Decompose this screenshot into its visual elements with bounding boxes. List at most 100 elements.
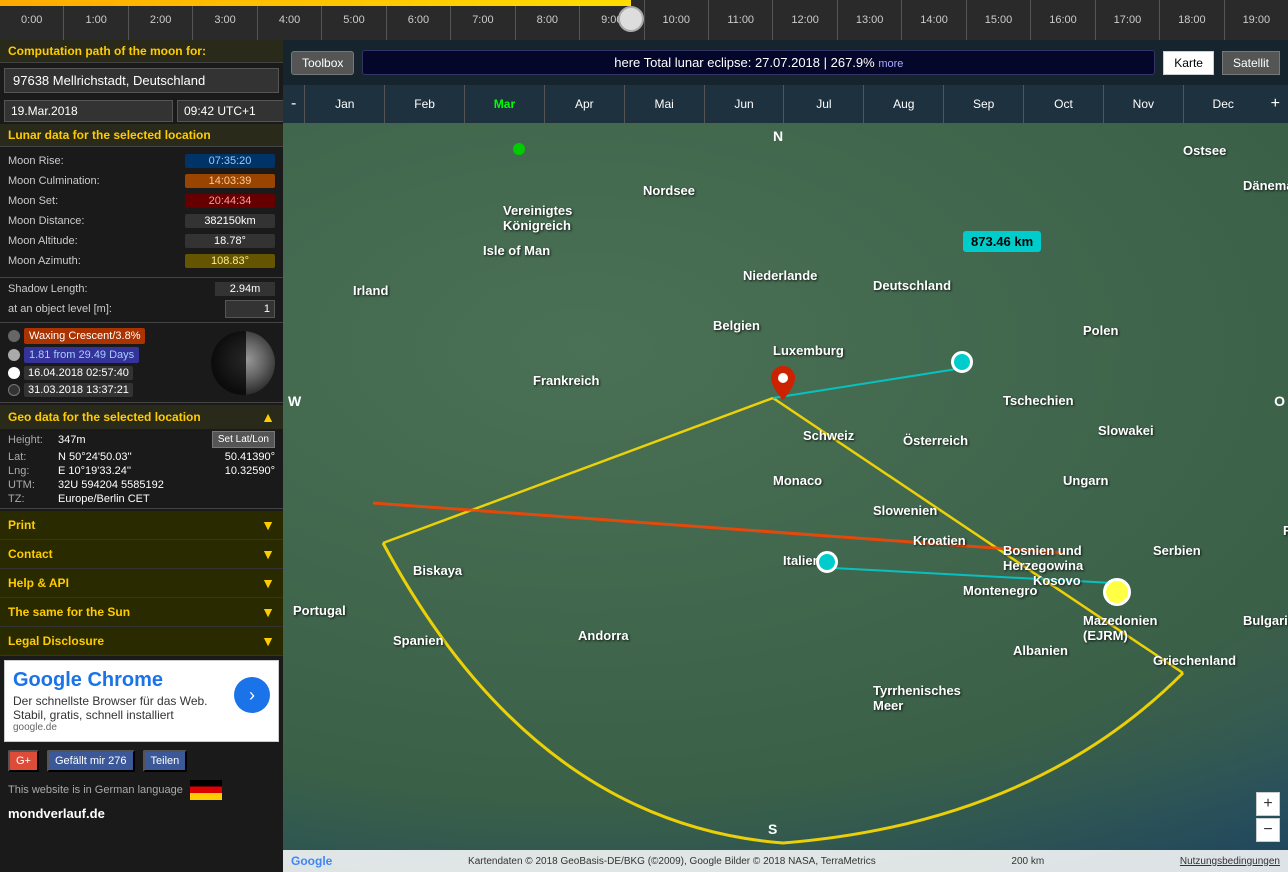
moon-phase-row: Waxing Crescent/3.8% 1.81 from 29.49 Day…: [0, 325, 283, 400]
time-label-1[interactable]: 1:00: [64, 0, 128, 40]
time-label-19[interactable]: 19:00: [1225, 0, 1288, 40]
social-row: G+ Gefällt mir 276 Teilen: [0, 746, 283, 776]
time-label-16[interactable]: 16:00: [1031, 0, 1095, 40]
timeline-cursor[interactable]: [618, 6, 644, 32]
moon-altitude-row: Moon Altitude: 18.78°: [0, 231, 283, 251]
time-label-3[interactable]: 3:00: [193, 0, 257, 40]
marker-a: [951, 351, 973, 373]
time-label-5[interactable]: 5:00: [322, 0, 386, 40]
datetime-row: >| <: [0, 98, 283, 124]
map-area: Toolbox here Total lunar eclipse: 27.07.…: [283, 40, 1288, 872]
computation-header: Computation path of the moon for:: [0, 40, 283, 63]
date-input[interactable]: [4, 100, 173, 122]
object-level-input[interactable]: [225, 300, 275, 318]
moon-shadow: [211, 331, 246, 395]
share-button[interactable]: Teilen: [143, 750, 188, 772]
month-jan[interactable]: Jan: [304, 85, 384, 123]
month-mai[interactable]: Mai: [624, 85, 704, 123]
month-feb[interactable]: Feb: [384, 85, 464, 123]
google-logo: Google: [291, 854, 332, 868]
like-button[interactable]: Gefällt mir 276: [47, 750, 135, 772]
lunar-header: Lunar data for the selected location: [0, 124, 283, 147]
month-minus-button[interactable]: -: [283, 95, 304, 113]
month-dec[interactable]: Dec: [1183, 85, 1263, 123]
time-label-13[interactable]: 13:00: [838, 0, 902, 40]
time-label-14[interactable]: 14:00: [902, 0, 966, 40]
marker-b: [816, 551, 838, 573]
footer-logo[interactable]: mondverlauf.de: [0, 804, 283, 823]
month-sep[interactable]: Sep: [943, 85, 1023, 123]
toolbox-button[interactable]: Toolbox: [291, 51, 354, 75]
moon-culmination-row: Moon Culmination: 14:03:39: [0, 171, 283, 191]
tz-row: TZ: Europe/Berlin CET: [0, 492, 283, 506]
month-jun[interactable]: Jun: [704, 85, 784, 123]
zoom-out-button[interactable]: −: [1256, 818, 1280, 842]
time-label-17[interactable]: 17:00: [1096, 0, 1160, 40]
lat-deg: 50.41390°: [225, 451, 275, 463]
time-label-2[interactable]: 2:00: [129, 0, 193, 40]
eclipse-more-link[interactable]: more: [878, 58, 903, 70]
moon-set-row: Moon Set: 20:44:34: [0, 191, 283, 211]
contact-menu-item[interactable]: Contact ▼: [0, 540, 283, 569]
time-label-11[interactable]: 11:00: [709, 0, 773, 40]
timeline-bar: 0:00 1:00 2:00 3:00 4:00 5:00 6:00 7:00 …: [0, 0, 1288, 40]
sun-menu-item[interactable]: The same for the Sun ▼: [0, 598, 283, 627]
time-label-7[interactable]: 7:00: [451, 0, 515, 40]
time-label-12[interactable]: 12:00: [773, 0, 837, 40]
ad-button[interactable]: ›: [234, 677, 270, 713]
map-content[interactable]: a b Nordsee Ostsee Lettland Litauen Weiß…: [283, 123, 1288, 872]
legal-menu-item[interactable]: Legal Disclosure ▼: [0, 627, 283, 656]
phase-info: Waxing Crescent/3.8% 1.81 from 29.49 Day…: [8, 328, 203, 397]
time-label-18[interactable]: 18:00: [1160, 0, 1224, 40]
lng-value: E 10°19'33.24'': [58, 465, 131, 477]
geo-section: Height: 347m Set Lat/Lon Lat: N 50°24'50…: [0, 429, 283, 506]
gplus-button[interactable]: G+: [8, 750, 39, 772]
location-input[interactable]: [4, 68, 279, 93]
time-label-4[interactable]: 4:00: [258, 0, 322, 40]
time-label-10[interactable]: 10:00: [645, 0, 709, 40]
next-full-row: 16.04.2018 02:57:40: [8, 366, 203, 380]
ad-section: Google Chrome Der schnellste Browser für…: [4, 660, 279, 742]
satellit-button[interactable]: Satellit: [1222, 51, 1280, 75]
phase-badge-row: Waxing Crescent/3.8%: [8, 328, 203, 344]
month-nov[interactable]: Nov: [1103, 85, 1183, 123]
compass-s-label: S: [768, 821, 777, 837]
ad-content: Google Chrome Der schnellste Browser für…: [13, 669, 270, 733]
divider-2: [0, 322, 283, 323]
next-new-date: 31.03.2018 13:37:21: [24, 383, 133, 397]
shadow-length-value: 2.94m: [215, 282, 275, 296]
month-labels: Jan Feb Mar Apr Mai Jun Jul Aug Sep Oct …: [304, 85, 1262, 123]
moon-set-value: 20:44:34: [185, 194, 275, 208]
time-label-15[interactable]: 15:00: [967, 0, 1031, 40]
month-mar[interactable]: Mar: [464, 85, 544, 123]
moon-rise-row: Moon Rise: 07:35:20: [0, 151, 283, 171]
month-oct[interactable]: Oct: [1023, 85, 1103, 123]
full-moon-icon: [8, 367, 20, 379]
time-label-8[interactable]: 8:00: [516, 0, 580, 40]
moon-azimuth-row: Moon Azimuth: 108.83°: [0, 251, 283, 271]
print-menu-item[interactable]: Print ▼: [0, 511, 283, 540]
time-input[interactable]: [177, 100, 283, 122]
ad-url: google.de: [13, 722, 226, 733]
set-latlon-button[interactable]: Set Lat/Lon: [212, 431, 275, 448]
month-apr[interactable]: Apr: [544, 85, 624, 123]
ad-text: Google Chrome Der schnellste Browser für…: [13, 669, 226, 733]
month-plus-button[interactable]: +: [1263, 95, 1288, 113]
timeline-container: 0:00 1:00 2:00 3:00 4:00 5:00 6:00 7:00 …: [0, 0, 1288, 40]
month-jul[interactable]: Jul: [783, 85, 863, 123]
print-arrow-icon: ▼: [261, 517, 275, 533]
zoom-in-button[interactable]: +: [1256, 792, 1280, 816]
karte-button[interactable]: Karte: [1163, 51, 1214, 75]
month-aug[interactable]: Aug: [863, 85, 943, 123]
month-marker-dot: [513, 143, 525, 155]
time-label-0[interactable]: 0:00: [0, 0, 64, 40]
terms-link[interactable]: Nutzungsbedingungen: [1180, 856, 1280, 867]
time-label-6[interactable]: 6:00: [387, 0, 451, 40]
help-menu-item[interactable]: Help & API ▼: [0, 569, 283, 598]
lunar-data-section: Moon Rise: 07:35:20 Moon Culmination: 14…: [0, 147, 283, 275]
next-new-row: 31.03.2018 13:37:21: [8, 383, 203, 397]
phase-days-value: 1.81 from 29.49 Days: [24, 347, 139, 363]
object-level-row: at an object level [m]:: [0, 298, 283, 320]
ad-title: Google Chrome: [13, 669, 226, 692]
location-marker: [771, 366, 795, 403]
